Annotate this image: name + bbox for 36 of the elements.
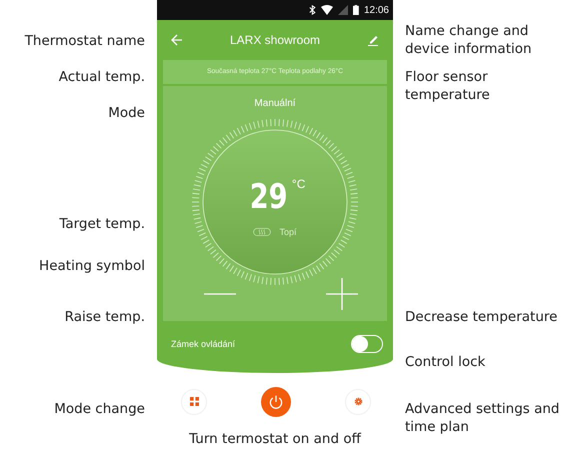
mode-label: Manuální [254,98,296,109]
annotation-label: Advanced settings and time plan [405,400,560,436]
heating-status: Topí [279,227,296,237]
dial-ring[interactable] [190,117,360,287]
wifi-icon [321,5,334,15]
power-button[interactable] [261,386,291,416]
annotation-label: Floor sensor temperature [405,68,490,104]
control-lock-toggle[interactable] [351,335,383,353]
status-time: 12:06 [364,4,389,16]
mode-button[interactable] [181,388,207,414]
target-temperature: 29 [249,177,288,217]
settings-button[interactable] [345,388,371,414]
heating-icon [253,228,272,236]
pencil-icon[interactable] [366,34,379,46]
power-icon [268,394,284,410]
annotation-label: Raise temp. [64,308,145,326]
control-lock-label: Zámek ovládání [171,339,236,349]
annotation-label: Control lock [405,353,486,371]
annotation-label: Mode change [54,400,145,418]
gear-icon [354,397,362,406]
bluetooth-icon [309,5,316,15]
annotation-label: Thermostat name [24,32,145,50]
annotation-label: Name change and device information [405,22,532,58]
annotation-label: Decrease temperature [405,308,558,326]
annotation-label: Mode [108,104,145,122]
temperature-unit: °C [292,177,306,191]
thermostat-name: LARX showroom [230,33,320,47]
annotation-label: Heating symbol [39,257,145,275]
signal-icon [338,5,348,15]
annotation-label: Target temp. [59,215,145,233]
plus-icon[interactable] [325,277,359,311]
back-arrow-icon[interactable] [171,34,183,46]
annotation-label: Actual temp. [58,68,145,86]
battery-icon [353,5,359,15]
annotation-label: Turn termostat on and off [188,431,362,447]
grid-icon [190,397,198,406]
